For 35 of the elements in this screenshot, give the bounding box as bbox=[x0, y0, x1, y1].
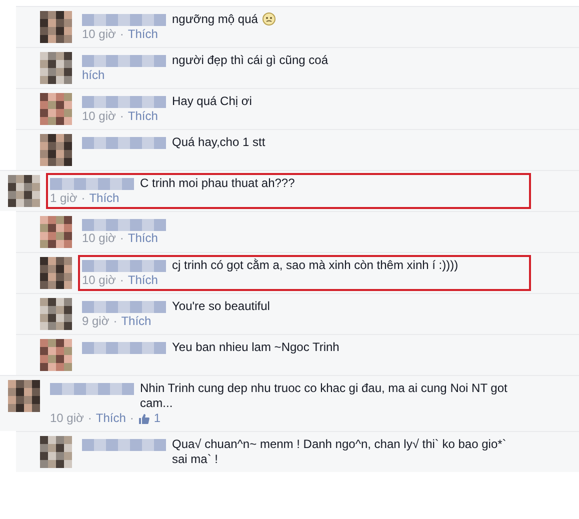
comment-text: cj trinh có gọt cằm a, sao mà xinh còn thêm xinh í :)))) bbox=[172, 258, 458, 273]
comment-text: Qua√ chuan^n~ menm ! Danh ngo^n, chan ly√ thi` ko bao gio*` sai ma` ! bbox=[172, 437, 508, 467]
separator-dot: · bbox=[88, 411, 92, 426]
separator-dot: · bbox=[120, 27, 124, 42]
comment-text: C trinh moi phau thuat ah??? bbox=[140, 176, 295, 191]
like-link[interactable]: Thích bbox=[128, 273, 158, 288]
separator-dot: · bbox=[130, 411, 134, 426]
comment-text: You're so beautiful bbox=[172, 299, 270, 314]
like-link[interactable]: Thích bbox=[89, 191, 120, 206]
comment-text: Nhin Trinh cung dep nhu truoc co khac gi đau, ma ai cung Noi NT got cam... bbox=[140, 381, 508, 411]
separator-dot: · bbox=[120, 273, 124, 288]
like-link[interactable]: Thích bbox=[128, 109, 158, 124]
comment-text: Hay quá Chị ơi bbox=[172, 94, 252, 109]
comment-text: người đẹp thì cái gì cũng coá bbox=[172, 53, 328, 68]
comment-time: 1 giờ bbox=[50, 191, 78, 206]
like-count[interactable]: 1 bbox=[154, 411, 161, 426]
separator-dot: · bbox=[120, 109, 124, 124]
comment-time: 10 giờ bbox=[82, 27, 116, 42]
like-link[interactable]: Thích bbox=[128, 27, 158, 42]
like-link[interactable]: hích bbox=[82, 68, 105, 83]
separator-dot: · bbox=[81, 191, 86, 206]
separator-dot: · bbox=[120, 231, 124, 246]
thumbs-up-icon bbox=[138, 412, 150, 424]
like-link[interactable]: Thích bbox=[96, 411, 126, 426]
comment-text: Quá hay,cho 1 stt bbox=[172, 135, 266, 150]
comment-time: 9 giờ bbox=[82, 314, 110, 329]
comment-text: Yeu ban nhieu lam ~Ngoc Trinh bbox=[172, 340, 340, 355]
comment-time: 10 giờ bbox=[82, 109, 116, 124]
like-link[interactable]: Thích bbox=[128, 231, 158, 246]
comment-text: ngưỡng mộ quá bbox=[172, 12, 276, 27]
comment-time: 10 giờ bbox=[50, 411, 84, 426]
separator-dot: · bbox=[113, 314, 118, 329]
comment-time: 10 giờ bbox=[82, 231, 116, 246]
like-link[interactable]: Thích bbox=[121, 314, 152, 329]
comment-time: 10 giờ bbox=[82, 273, 116, 288]
